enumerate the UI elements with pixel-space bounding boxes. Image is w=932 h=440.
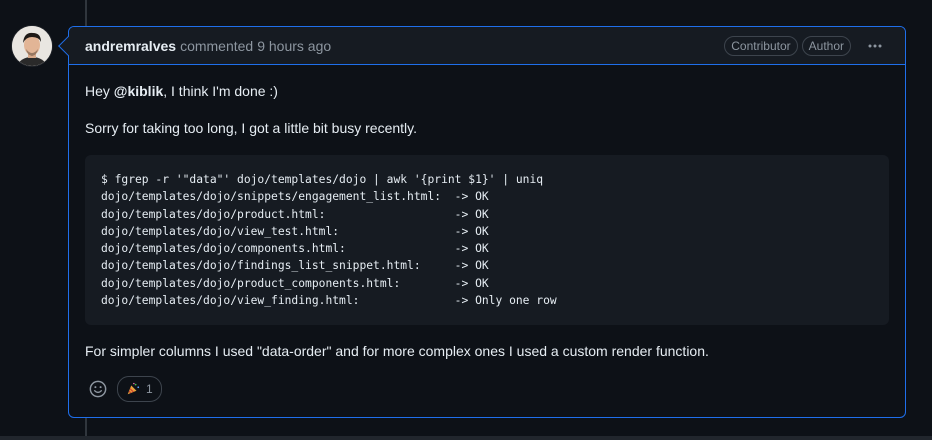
greeting-prefix: Hey <box>85 83 114 99</box>
kebab-horizontal-icon[interactable] <box>861 36 889 56</box>
comment-box: andremralves commented 9 hours ago Contr… <box>68 26 906 418</box>
avatar[interactable] <box>12 26 52 66</box>
author-link[interactable]: andremralves <box>85 38 176 54</box>
explanation-paragraph: For simpler columns I used "data-order" … <box>85 343 709 360</box>
reactions-bar: 1 <box>69 376 905 403</box>
party-popper-icon <box>127 383 140 395</box>
code-line: dojo/templates/dojo/view_finding.html: -… <box>101 294 557 308</box>
greeting-paragraph: Hey @kiblik, I think I'm done :) <box>85 81 889 102</box>
reaction-count: 1 <box>146 382 153 397</box>
code-line: dojo/templates/dojo/view_test.html: -> O… <box>101 224 489 238</box>
bottom-divider <box>0 436 932 440</box>
more-options-icon <box>868 44 882 47</box>
avatar-image <box>12 26 52 66</box>
comment-body: Hey @kiblik, I think I'm done :) Sorry f… <box>69 65 905 362</box>
code-block: $ fgrep -r '"data"' dojo/templates/dojo … <box>85 155 889 326</box>
comment-timestamp[interactable]: 9 hours ago <box>257 38 331 54</box>
apology-paragraph: Sorry for taking too long, I got a littl… <box>85 120 418 136</box>
author-badge: Author <box>801 35 851 56</box>
code-line: dojo/templates/dojo/product_components.h… <box>101 276 489 290</box>
add-reaction-button[interactable] <box>85 376 111 402</box>
comment-header: andremralves commented 9 hours ago Contr… <box>69 27 905 65</box>
contributor-badge: Contributor <box>724 35 798 56</box>
user-mention[interactable]: @kiblik <box>114 83 163 99</box>
code-line: dojo/templates/dojo/components.html: -> … <box>101 242 489 256</box>
smiley-icon <box>89 380 107 398</box>
code-line: dojo/templates/dojo/product.html: -> OK <box>101 207 489 221</box>
code-line: dojo/templates/dojo/findings_list_snippe… <box>101 259 489 273</box>
comment-action: commented <box>180 37 254 54</box>
greeting-suffix: , I think I'm done :) <box>163 83 278 99</box>
code-line: $ fgrep -r '"data"' dojo/templates/dojo … <box>101 173 544 186</box>
header-actions: Contributor Author <box>724 35 889 56</box>
reaction-hooray-button[interactable]: 1 <box>117 376 162 403</box>
code-line: dojo/templates/dojo/snippets/engagement_… <box>101 190 489 204</box>
